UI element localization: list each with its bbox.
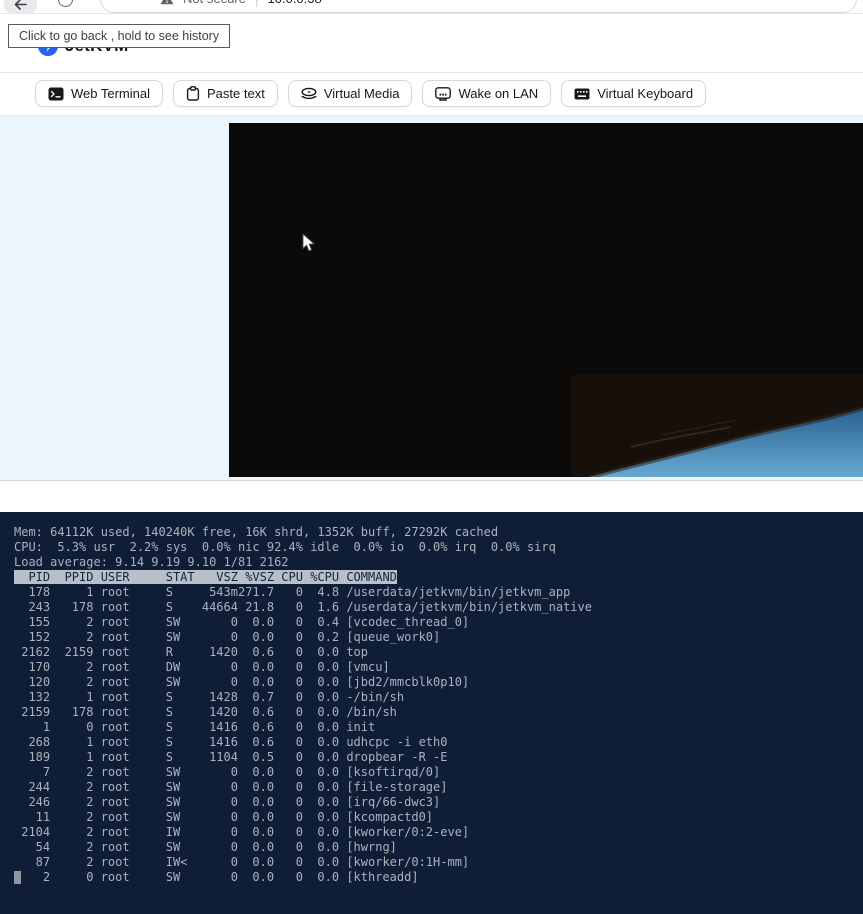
process-row: 268 1 root S 1416 0.6 0 0.0 udhcpc -i et… bbox=[14, 735, 448, 749]
process-row: 2162 2159 root R 1420 0.6 0 0.0 top bbox=[14, 645, 369, 659]
web-terminal-button[interactable]: Web Terminal bbox=[35, 80, 163, 107]
process-row: 132 1 root S 1428 0.7 0 0.0 -/bin/sh bbox=[14, 690, 405, 704]
process-table-header: PID PPID USER STAT VSZ %VSZ CPU %CPU COM… bbox=[14, 570, 397, 584]
process-row: 189 1 root S 1104 0.5 0 0.0 dropbear -R … bbox=[14, 750, 448, 764]
terminal-load-line: Load average: 9.14 9.19 9.10 1/81 2162 bbox=[14, 555, 289, 569]
process-row: 1 0 root S 1416 0.6 0 0.0 init bbox=[14, 720, 376, 734]
browser-reload-button[interactable] bbox=[58, 0, 73, 7]
back-button-tooltip: Click to go back , hold to see history bbox=[8, 24, 231, 48]
process-row: 170 2 root DW 0 0.0 0 0.0 [vmcu] bbox=[14, 660, 390, 674]
process-row: 2159 178 root S 1420 0.6 0 0.0 /bin/sh bbox=[14, 705, 397, 719]
paste-text-label: Paste text bbox=[207, 86, 265, 101]
paste-text-button[interactable]: Paste text bbox=[173, 80, 278, 107]
address-separator: | bbox=[255, 0, 259, 7]
clipboard-icon bbox=[186, 86, 200, 101]
virtual-keyboard-button[interactable]: Virtual Keyboard bbox=[561, 80, 707, 107]
browser-back-button[interactable] bbox=[4, 0, 37, 13]
address-url: 10.0.0.38 bbox=[268, 0, 322, 6]
process-row: 243 178 root S 44664 21.8 0 1.6 /userdat… bbox=[14, 600, 592, 614]
wake-on-lan-label: Wake on LAN bbox=[458, 86, 539, 101]
process-row: 120 2 root SW 0 0.0 0 0.0 [jbd2/mmcblk0p… bbox=[14, 675, 470, 689]
process-row: 246 2 root SW 0 0.0 0 0.0 [irq/66-dwc3] bbox=[14, 795, 441, 809]
mouse-pointer-cursor bbox=[302, 233, 315, 252]
back-arrow-icon bbox=[14, 0, 27, 10]
virtual-media-button[interactable]: Virtual Media bbox=[287, 80, 413, 107]
virtual-media-label: Virtual Media bbox=[323, 86, 400, 101]
process-row: 11 2 root SW 0 0.0 0 0.0 [kcompactd0] bbox=[14, 810, 434, 824]
address-bar-content[interactable]: Not secure | 10.0.0.38 bbox=[160, 0, 322, 7]
terminal-cursor bbox=[14, 871, 21, 884]
browser-chrome bbox=[0, 0, 863, 14]
terminal-mem-line: Mem: 64112K used, 140240K free, 16K shrd… bbox=[14, 525, 499, 539]
video-section bbox=[0, 115, 863, 481]
video-sky-image bbox=[571, 375, 863, 477]
virtual-keyboard-label: Virtual Keyboard bbox=[597, 86, 694, 101]
process-row: 155 2 root SW 0 0.0 0 0.4 [vcodec_thread… bbox=[14, 615, 470, 629]
disc-icon bbox=[301, 87, 317, 99]
process-row: 244 2 root SW 0 0.0 0 0.0 [file-storage] bbox=[14, 780, 448, 794]
kvm-video-feed[interactable] bbox=[229, 123, 863, 477]
process-row: 178 1 root S 543m271.7 0 4.8 /userdata/j… bbox=[14, 585, 571, 599]
keyboard-icon bbox=[574, 88, 590, 99]
terminal-cpu-line: CPU: 5.3% usr 2.2% sys 0.0% nic 92.4% id… bbox=[14, 540, 556, 554]
process-row: 7 2 root SW 0 0.0 0 0.0 [ksoftirqd/0] bbox=[14, 765, 441, 779]
process-row: 2104 2 root IW 0 0.0 0 0.0 [kworker/0:2-… bbox=[14, 825, 470, 839]
terminal-icon bbox=[48, 87, 64, 100]
process-row: 152 2 root SW 0 0.0 0 0.2 [queue_work0] bbox=[14, 630, 441, 644]
process-row: 2 0 root SW 0 0.0 0 0.0 [kthreadd] bbox=[14, 870, 419, 884]
wake-on-lan-button[interactable]: Wake on LAN bbox=[422, 80, 552, 107]
process-row: 87 2 root IW< 0 0.0 0 0.0 [kworker/0:1H-… bbox=[14, 855, 470, 869]
process-row: 54 2 root SW 0 0.0 0 0.0 [hwrng] bbox=[14, 840, 397, 854]
wake-icon bbox=[435, 86, 452, 101]
not-secure-warning-icon bbox=[160, 0, 174, 5]
web-terminal-label: Web Terminal bbox=[71, 86, 150, 101]
not-secure-label: Not secure bbox=[183, 0, 246, 6]
terminal-panel[interactable]: Mem: 64112K used, 140240K free, 16K shrd… bbox=[0, 512, 863, 914]
action-toolbar: Web Terminal Paste text Virtual Media Wa… bbox=[0, 73, 863, 115]
